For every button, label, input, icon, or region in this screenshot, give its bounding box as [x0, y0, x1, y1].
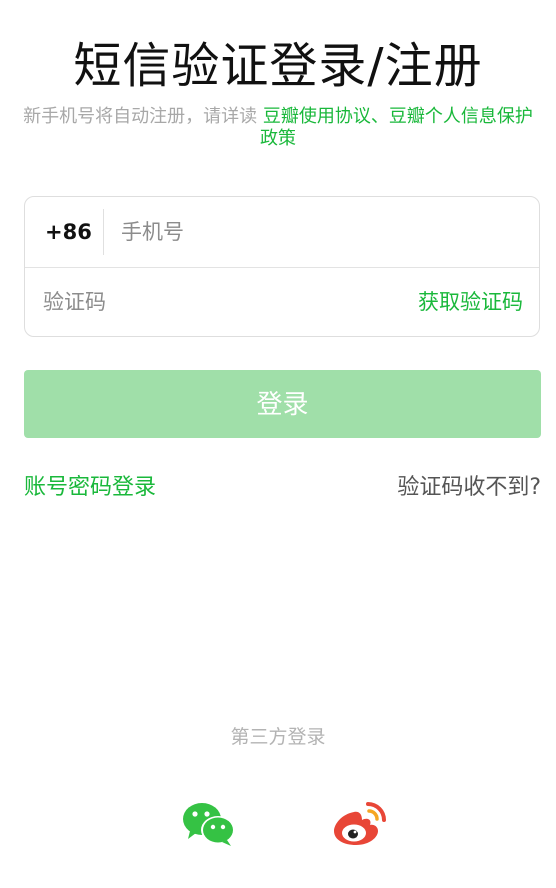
code-not-received-link[interactable]: 验证码收不到?	[397, 472, 541, 504]
phone-input[interactable]	[121, 211, 521, 253]
login-form: +86 获取验证码	[24, 196, 540, 337]
weibo-icon[interactable]	[332, 800, 388, 846]
login-button[interactable]: 登录	[24, 370, 541, 438]
country-code-selector[interactable]: +86	[45, 197, 92, 267]
divider	[103, 209, 104, 255]
phone-row: +86	[25, 197, 539, 268]
wechat-icon[interactable]	[182, 801, 236, 847]
password-login-link[interactable]: 账号密码登录	[24, 472, 156, 504]
page-title: 短信验证登录/注册	[73, 38, 483, 94]
agreement-links[interactable]: 豆瓣使用协议、豆瓣个人信息保护政策	[260, 106, 533, 149]
code-row: 获取验证码	[25, 267, 539, 337]
get-code-button[interactable]: 获取验证码	[418, 267, 523, 337]
verification-code-input[interactable]	[43, 281, 373, 323]
notice-text: 新手机号将自动注册，请详读	[23, 106, 263, 127]
registration-notice: 新手机号将自动注册，请详读 豆瓣使用协议、豆瓣个人信息保护政策	[22, 106, 534, 150]
third-party-login-label: 第三方登录	[230, 726, 326, 748]
